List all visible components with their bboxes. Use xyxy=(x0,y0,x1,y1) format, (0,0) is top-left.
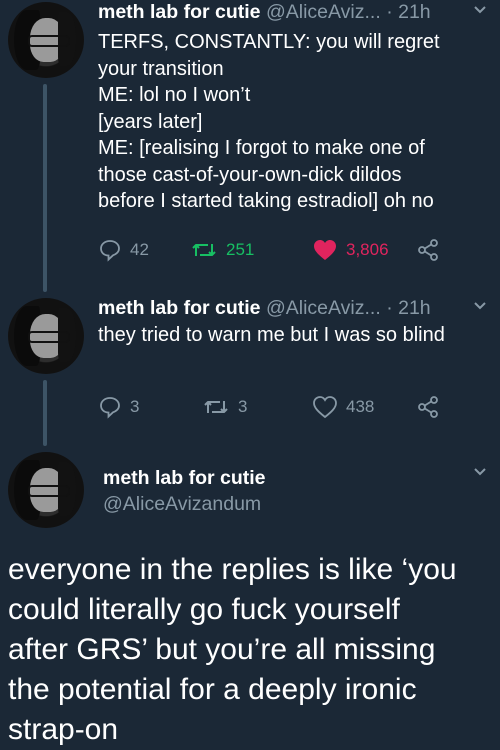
heart-icon xyxy=(314,240,336,260)
tweet-text-line: [years later] xyxy=(98,110,203,133)
handle[interactable]: @AliceAvizandum xyxy=(103,491,266,517)
tweet-text-line: after GRS’ but you’re all missing xyxy=(8,633,436,666)
tweet-text-line: before I started taking estradiol] oh no xyxy=(98,190,434,212)
timestamp[interactable]: · 21h xyxy=(386,1,430,23)
chevron-down-icon[interactable] xyxy=(472,464,488,485)
avatar-glasses xyxy=(28,331,70,343)
avatar-glasses xyxy=(28,485,70,497)
reply-count: 42 xyxy=(130,240,149,259)
tweet-text-line: those cast-of-your-own-dick dildos xyxy=(98,163,402,186)
reply-icon xyxy=(100,240,120,262)
tweet-text: TERFS, CONSTANTLY: you will regret your … xyxy=(98,29,488,215)
retweet-count: 251 xyxy=(226,240,255,259)
thread-line xyxy=(43,380,47,446)
tweet-header: meth lab for cutie @AliceAviz... · 21h xyxy=(98,296,431,320)
avatar[interactable] xyxy=(8,452,84,528)
share-button[interactable] xyxy=(416,238,440,262)
thread-line xyxy=(43,84,47,292)
like-count: 438 xyxy=(346,397,375,416)
main-author: meth lab for cutie @AliceAvizandum xyxy=(103,465,266,517)
retweet-icon xyxy=(204,401,228,413)
tweet-text: they tried to warn me but I was so blind xyxy=(98,322,488,349)
reply-button[interactable]: 3 xyxy=(98,395,139,419)
tweet-text-line: your transition xyxy=(98,57,224,80)
retweet-icon xyxy=(192,244,216,256)
share-button[interactable] xyxy=(416,395,440,419)
like-button[interactable]: 438 xyxy=(312,395,374,419)
chevron-down-icon[interactable] xyxy=(472,298,488,319)
main-tweet-text: everyone in the replies is like ‘you cou… xyxy=(8,550,488,750)
display-name[interactable]: meth lab for cutie xyxy=(98,1,261,23)
display-name[interactable]: meth lab for cutie xyxy=(103,465,266,491)
tweet-text-line: everyone in the replies is like ‘you xyxy=(8,553,457,586)
reply-count: 3 xyxy=(130,397,140,416)
like-button[interactable]: 3,806 xyxy=(312,238,389,262)
share-icon xyxy=(418,239,438,261)
tweet-text-line: ME: [realising I forgot to make one of xyxy=(98,137,425,159)
tweet-text-line: they tried to warn me but I was so blind xyxy=(98,324,445,346)
reply-button[interactable]: 42 xyxy=(98,238,149,262)
retweet-count: 3 xyxy=(238,397,248,416)
handle[interactable]: @AliceAviz... xyxy=(266,1,381,23)
tweet-text-line: ME: lol no I won’t xyxy=(98,84,251,106)
retweet-button[interactable]: 3 xyxy=(202,395,247,419)
reply-icon xyxy=(100,397,120,419)
tweet-text-line: the potential for a deeply ironic xyxy=(8,673,417,706)
retweet-button[interactable]: 251 xyxy=(190,238,254,262)
heart-icon xyxy=(313,396,337,419)
avatar-glasses xyxy=(28,35,70,47)
handle[interactable]: @AliceAviz... xyxy=(266,297,381,319)
avatar[interactable] xyxy=(8,298,84,374)
tweet-text-line: could literally go fuck yourself xyxy=(8,593,400,626)
avatar[interactable] xyxy=(8,2,84,78)
tweet-text-line: TERFS, CONSTANTLY: you will regret xyxy=(98,31,440,53)
timestamp[interactable]: · 21h xyxy=(386,297,430,319)
tweet-text-line: strap-on xyxy=(8,713,119,746)
tweet-header: meth lab for cutie @AliceAviz... · 21h xyxy=(98,0,431,24)
like-count: 3,806 xyxy=(346,240,389,259)
chevron-down-icon[interactable] xyxy=(472,2,488,23)
display-name[interactable]: meth lab for cutie xyxy=(98,297,261,319)
share-icon xyxy=(418,396,438,418)
